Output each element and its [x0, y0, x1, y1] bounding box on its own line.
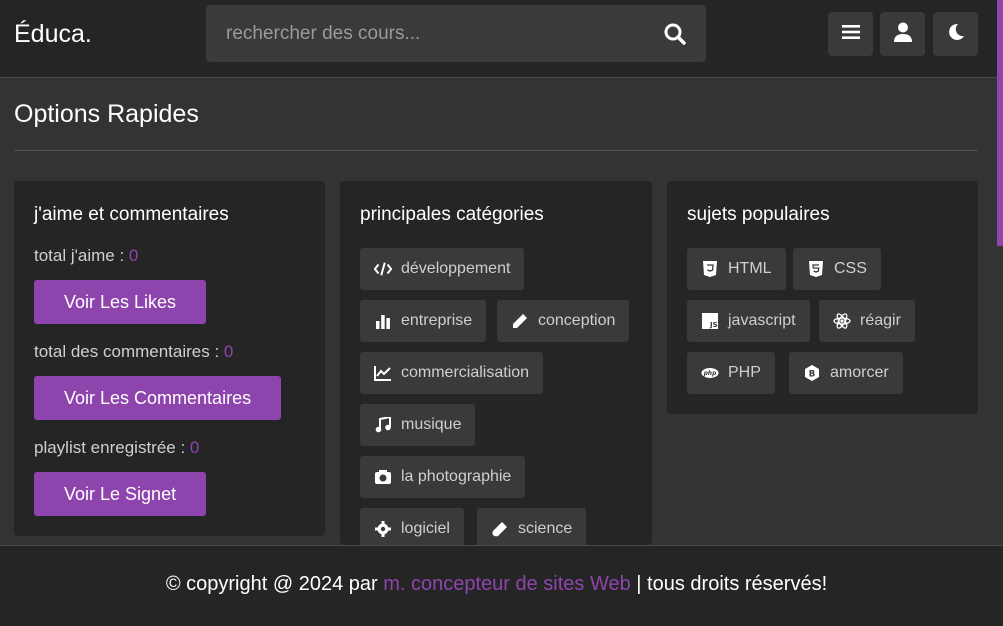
user-icon: [893, 22, 912, 47]
category-label: musique: [401, 416, 462, 433]
topic-javascript[interactable]: JS javascript: [687, 300, 810, 342]
category-software[interactable]: logiciel: [360, 508, 464, 545]
category-label: la photographie: [401, 468, 512, 485]
category-label: conception: [538, 312, 616, 329]
line-chart-icon: [374, 364, 392, 382]
topic-label: CSS: [834, 260, 867, 277]
topics-card: sujets populaires HTML CSS JS javascript…: [667, 181, 978, 414]
category-label: développement: [401, 260, 511, 277]
topic-css[interactable]: CSS: [793, 248, 881, 290]
topic-html[interactable]: HTML: [687, 248, 786, 290]
category-label: entreprise: [401, 312, 473, 329]
category-label: science: [518, 520, 573, 537]
categories-card-title: principales catégories: [360, 204, 544, 225]
likes-card-title: j'aime et commentaires: [34, 204, 229, 225]
likes-label: total j'aime :: [34, 246, 129, 265]
music-icon: [374, 416, 392, 434]
theme-toggle-button[interactable]: [933, 12, 978, 56]
footer: © copyright @ 2024 par m. concepteur de …: [0, 545, 1003, 626]
copyright-text: © copyright @ 2024 par m. concepteur de …: [0, 573, 993, 596]
view-likes-button[interactable]: Voir Les Likes: [34, 280, 207, 324]
author-link[interactable]: m. concepteur de sites Web: [383, 573, 631, 595]
topic-label: amorcer: [830, 364, 889, 381]
moon-icon: [947, 23, 965, 46]
likes-stat: total j'aime : 0: [34, 246, 138, 266]
php-icon: php: [701, 364, 719, 382]
playlist-stat: playlist enregistrée : 0: [34, 438, 199, 458]
svg-text:B: B: [809, 370, 815, 380]
topics-card-title: sujets populaires: [687, 204, 830, 225]
category-marketing[interactable]: commercialisation: [360, 352, 544, 394]
gear-icon: [374, 520, 392, 538]
topic-label: réagir: [860, 312, 901, 329]
topic-php[interactable]: php PHP: [687, 352, 775, 394]
categories-card: principales catégories développement ent…: [340, 181, 652, 545]
playlist-count: 0: [189, 438, 200, 457]
code-icon: [374, 260, 392, 278]
category-business[interactable]: entreprise: [360, 300, 487, 342]
topic-label: javascript: [728, 312, 796, 329]
header: Éduca.: [0, 0, 1003, 78]
likes-card: j'aime et commentaires total j'aime : 0 …: [14, 181, 325, 536]
logo[interactable]: Éduca.: [14, 20, 92, 49]
bar-chart-icon: [374, 312, 392, 330]
divider: [14, 150, 978, 151]
vial-icon: [491, 520, 509, 538]
category-development[interactable]: développement: [360, 248, 525, 290]
topic-label: PHP: [728, 364, 761, 381]
scrollbar-thumb[interactable]: [997, 0, 1003, 246]
playlist-label: playlist enregistrée :: [34, 438, 190, 457]
css3-icon: [807, 260, 825, 278]
bootstrap-icon: B: [803, 364, 821, 382]
copyright-prefix: © copyright @ 2024 par: [165, 573, 384, 595]
topic-label: HTML: [728, 260, 772, 277]
menu-button[interactable]: [828, 12, 873, 56]
search-icon[interactable]: [663, 22, 687, 46]
topic-react[interactable]: réagir: [819, 300, 915, 342]
view-comments-button[interactable]: Voir Les Commentaires: [34, 376, 282, 420]
search-bar: [206, 5, 706, 62]
html5-icon: [701, 260, 719, 278]
menu-icon: [841, 24, 860, 45]
comments-stat: total des commentaires : 0: [34, 342, 233, 362]
category-design[interactable]: conception: [497, 300, 630, 342]
category-label: logiciel: [401, 520, 450, 537]
category-photography[interactable]: la photographie: [360, 456, 526, 498]
category-label: commercialisation: [401, 364, 530, 381]
category-music[interactable]: musique: [360, 404, 476, 446]
react-icon: [833, 312, 851, 330]
copyright-suffix: | tous droits réservés!: [630, 573, 828, 595]
page-title: Options Rapides: [14, 100, 199, 128]
pen-icon: [511, 312, 529, 330]
camera-icon: [374, 468, 392, 486]
likes-count: 0: [128, 246, 139, 265]
search-input[interactable]: [206, 5, 646, 62]
view-bookmark-button[interactable]: Voir Le Signet: [34, 472, 207, 516]
comments-label: total des commentaires :: [34, 342, 224, 361]
svg-text:php: php: [703, 371, 717, 377]
comments-count: 0: [223, 342, 234, 361]
svg-text:JS: JS: [709, 321, 718, 329]
js-icon: JS: [701, 312, 719, 330]
category-science[interactable]: science: [477, 508, 587, 545]
user-button[interactable]: [880, 12, 925, 56]
topic-bootstrap[interactable]: B amorcer: [789, 352, 903, 394]
